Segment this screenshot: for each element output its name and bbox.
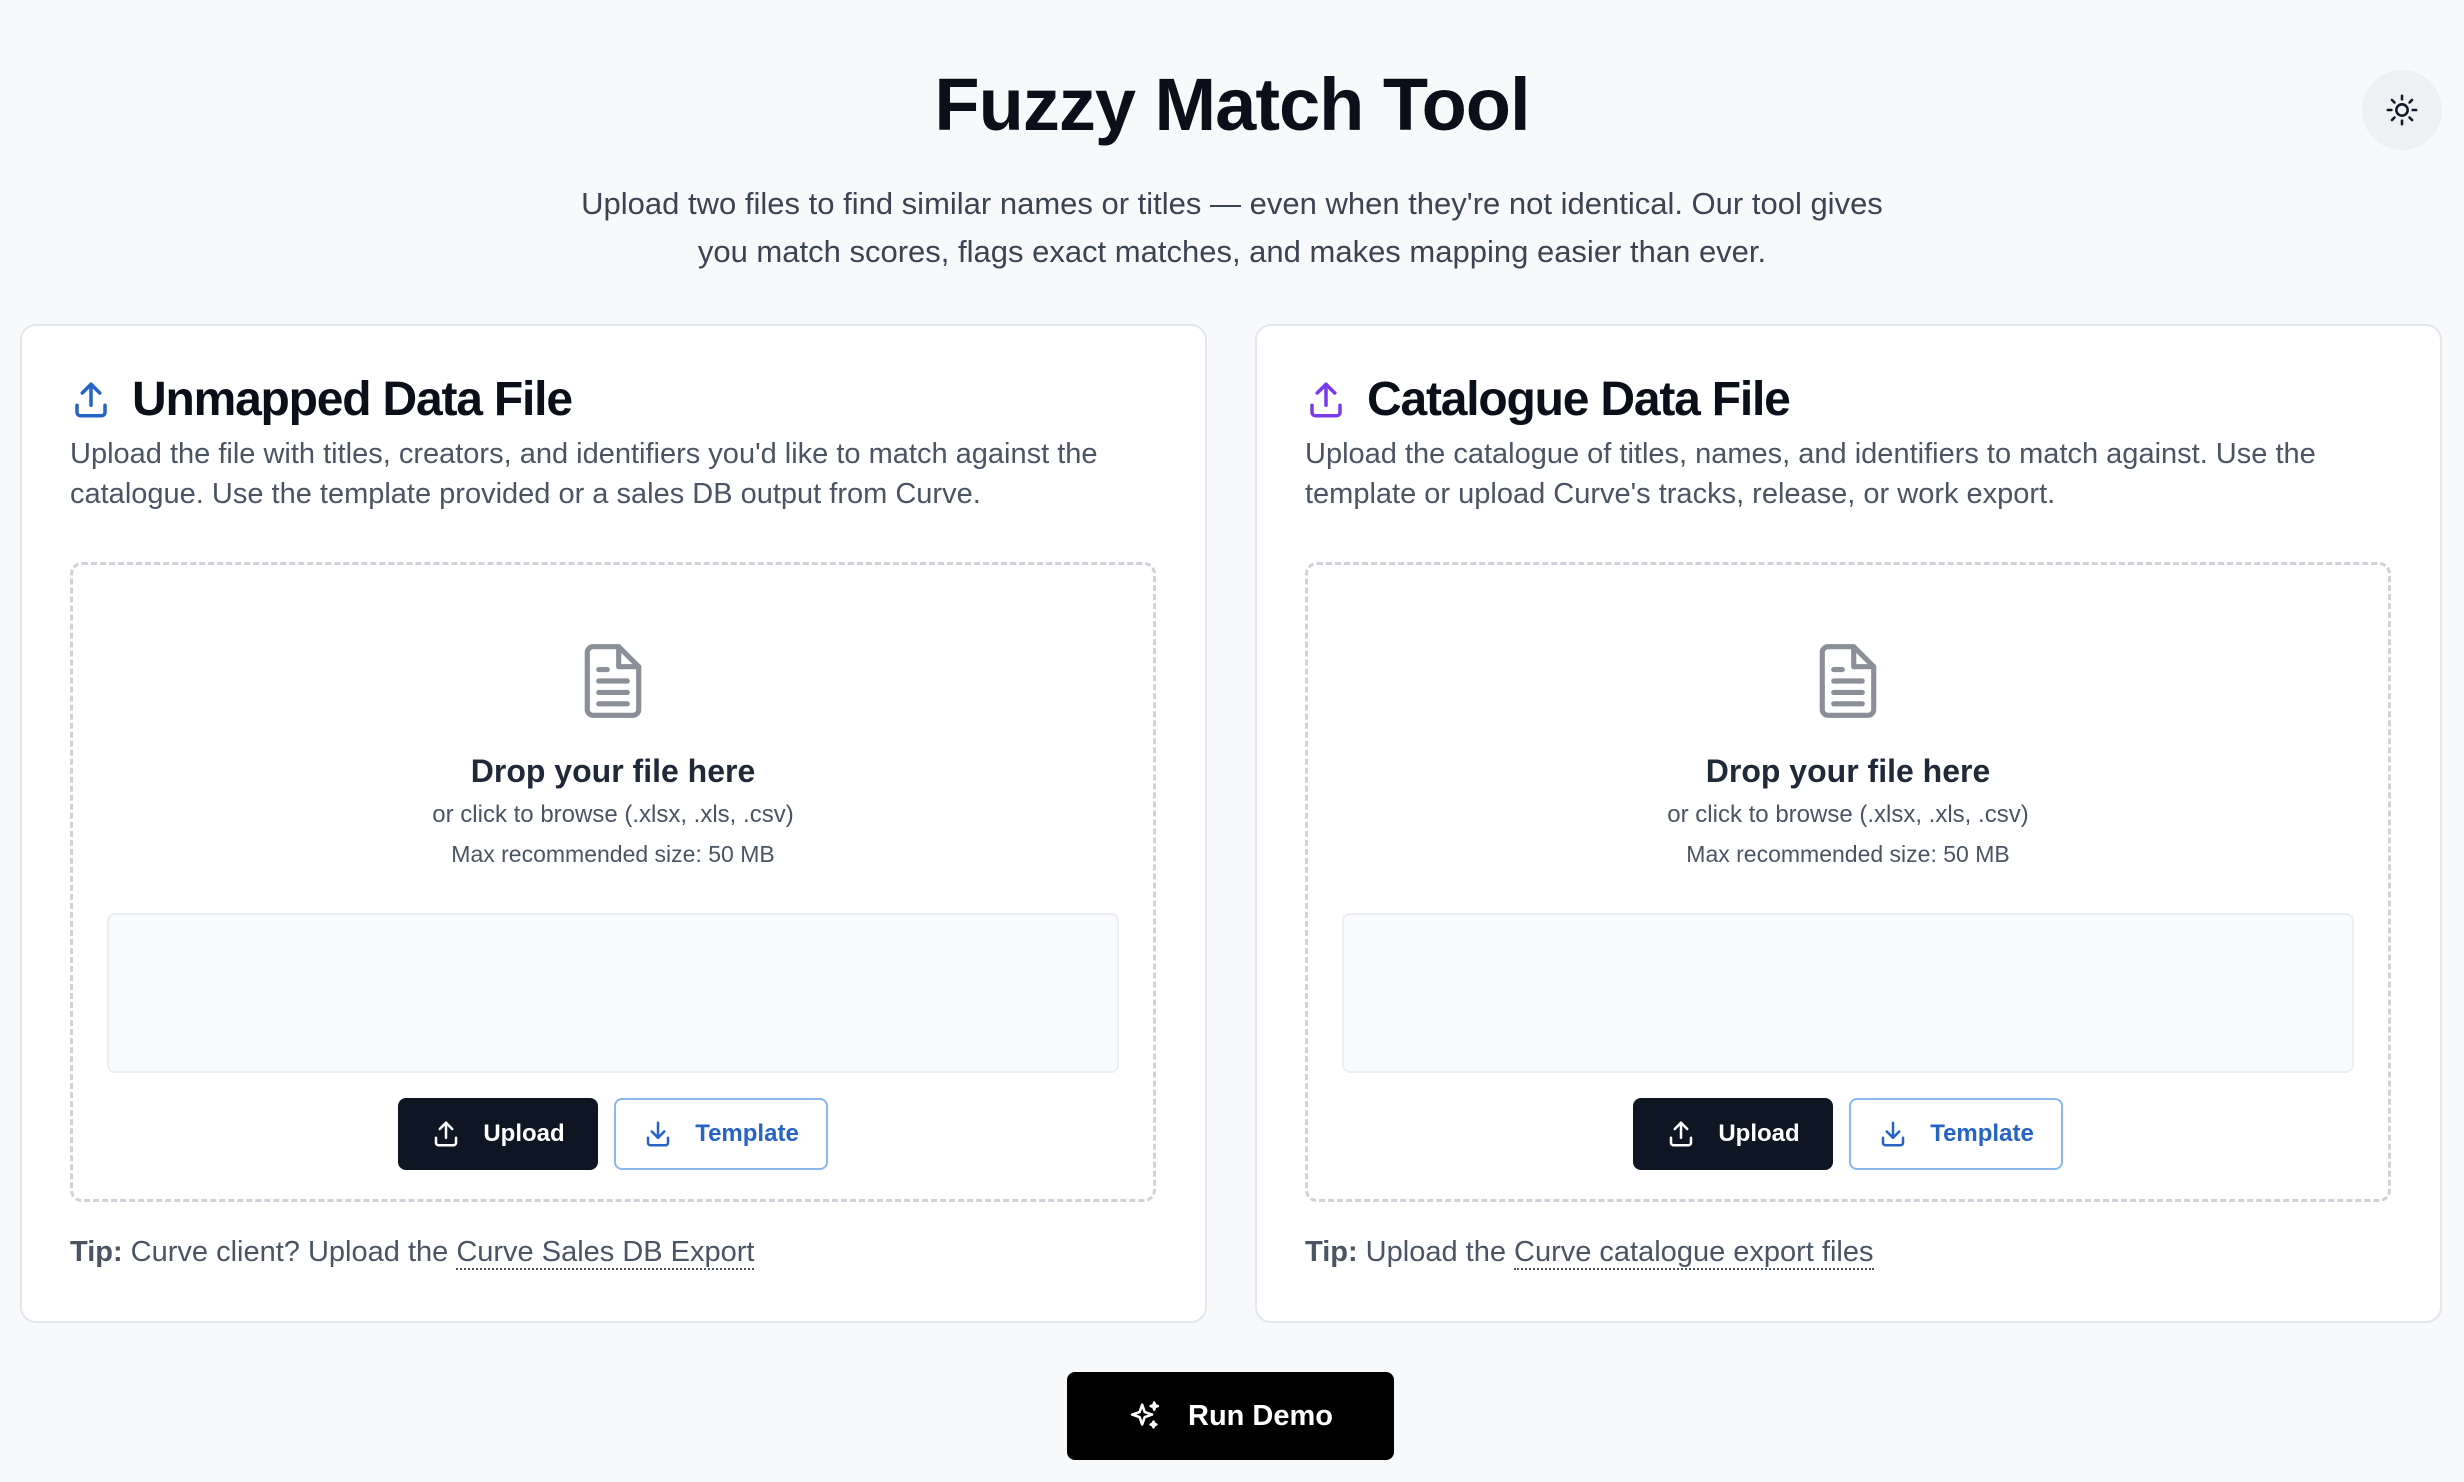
download-icon	[1881, 1121, 1905, 1147]
run-demo-button[interactable]: Run Demo	[1067, 1372, 1394, 1460]
button-row: Upload Template	[1308, 1098, 2388, 1170]
dropzone-title: Drop your file here	[1705, 753, 1991, 789]
upload-icon	[75, 382, 107, 417]
card-description: Upload the file with titles, creators, a…	[70, 438, 1098, 510]
card-title: Catalogue Data File	[1367, 373, 1791, 426]
document-icon	[584, 644, 642, 718]
dropzone-title: Drop your file here	[470, 753, 756, 789]
tip-label: Tip:	[1305, 1236, 1358, 1268]
document-icon	[1819, 644, 1877, 718]
upload-button-label: Upload	[483, 1120, 565, 1147]
unmapped-data-card: Unmapped Data File Upload the file with …	[20, 324, 1207, 1323]
page-subtitle: Upload two files to find similar names o…	[581, 186, 1883, 269]
tip-body: Upload the	[1357, 1236, 1515, 1268]
curve-sales-db-export-link[interactable]: Curve Sales DB Export	[456, 1236, 755, 1270]
upload-button[interactable]: Upload	[398, 1098, 598, 1170]
card-title: Unmapped Data File	[132, 373, 573, 426]
template-download-button[interactable]: Template	[1849, 1098, 2063, 1170]
card-header: Unmapped Data File	[70, 372, 573, 427]
page: Fuzzy Match Tool Upload two files to fin…	[0, 0, 2464, 1482]
dropzone-hint: or click to browse (.xlsx, .xls, .csv)	[432, 801, 794, 828]
catalogue-data-card: Catalogue Data File Upload the catalogue…	[1255, 324, 2442, 1323]
file-dropzone[interactable]: Drop your file here or click to browse (…	[1305, 562, 2391, 1202]
page-title: Fuzzy Match Tool	[934, 63, 1530, 146]
run-demo-label: Run Demo	[1188, 1399, 1333, 1432]
upload-button[interactable]: Upload	[1633, 1098, 1833, 1170]
curve-catalogue-export-link[interactable]: Curve catalogue export files	[1514, 1236, 1874, 1270]
card-description: Upload the catalogue of titles, names, a…	[1305, 438, 2316, 510]
template-button-label: Template	[1930, 1120, 2034, 1147]
template-download-button[interactable]: Template	[614, 1098, 828, 1170]
tip-label: Tip:	[70, 1236, 123, 1268]
dropzone-hint: or click to browse (.xlsx, .xls, .csv)	[1667, 801, 2029, 828]
upload-button-label: Upload	[1718, 1120, 1800, 1147]
button-row: Upload Template	[73, 1098, 1153, 1170]
upload-icon	[435, 1121, 458, 1147]
tip-body: Curve client? Upload the	[122, 1236, 457, 1268]
template-button-label: Template	[695, 1120, 799, 1147]
dropzone-size-limit: Max recommended size: 50 MB	[1686, 841, 2010, 867]
download-icon	[646, 1121, 670, 1147]
card-header: Catalogue Data File	[1305, 372, 1791, 427]
tip-text: Tip: Curve client? Upload the Curve Sale…	[70, 1236, 755, 1270]
upload-icon	[1670, 1121, 1693, 1147]
file-dropzone[interactable]: Drop your file here or click to browse (…	[70, 562, 1156, 1202]
file-preview-area	[1342, 913, 2354, 1073]
dropzone-size-limit: Max recommended size: 50 MB	[451, 841, 775, 867]
sparkles-icon	[1130, 1401, 1160, 1429]
file-preview-area	[107, 913, 1119, 1073]
tip-text: Tip: Upload the Curve catalogue export f…	[1305, 1236, 1874, 1270]
upload-icon	[1310, 382, 1342, 417]
